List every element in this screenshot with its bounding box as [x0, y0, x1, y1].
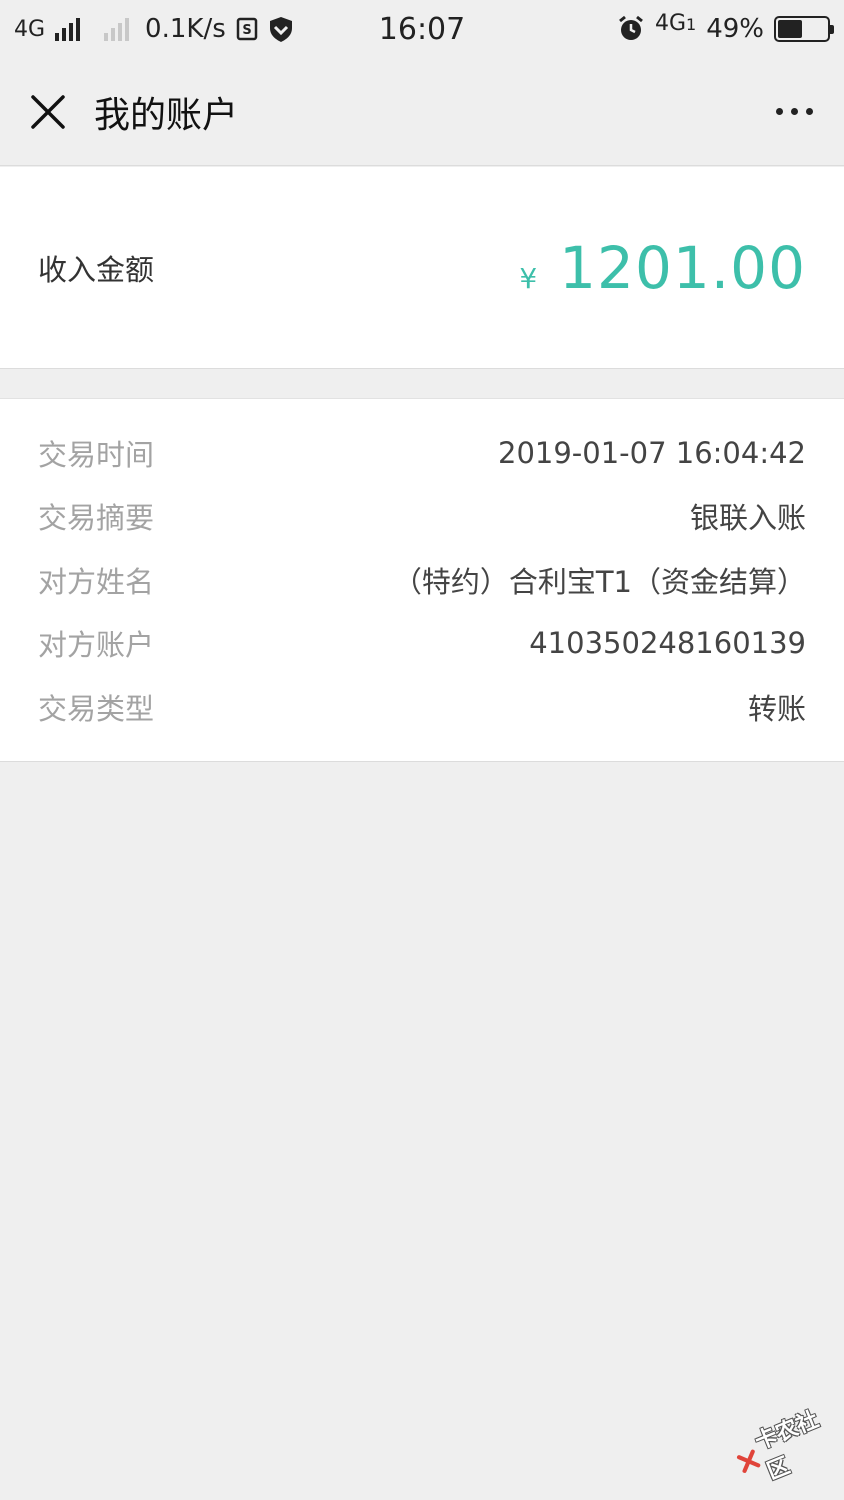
- detail-row-counterparty-account: 对方账户 410350248160139: [0, 612, 844, 676]
- detail-key: 对方姓名: [38, 564, 155, 599]
- network-speed: 0.1K/s: [145, 14, 226, 44]
- status-right: 4G1 49%: [617, 10, 834, 44]
- battery-percent: 49%: [706, 14, 764, 44]
- detail-key: 交易时间: [38, 437, 155, 472]
- watermark: 卡农社区: [728, 1400, 840, 1493]
- detail-row-time: 交易时间 2019-01-07 16:04:42: [0, 421, 844, 485]
- signal-secondary-icon: [104, 17, 130, 41]
- detail-value: 410350248160139: [529, 626, 806, 661]
- battery-icon: [774, 16, 834, 42]
- page-title: 我的账户: [94, 94, 239, 136]
- signal-icon: [55, 17, 81, 41]
- amount-card: 收入金额 ¥ 1201.00: [0, 167, 844, 369]
- detail-value: 银联入账: [689, 501, 806, 536]
- detail-row-summary: 交易摘要 银联入账: [0, 485, 844, 549]
- network-type-2: 4G1: [654, 10, 697, 36]
- battery-level: [778, 20, 802, 38]
- detail-key: 交易摘要: [38, 501, 155, 536]
- close-button[interactable]: [0, 58, 96, 166]
- detail-key: 对方账户: [38, 628, 155, 663]
- detail-row-counterparty-name: 对方姓名 （特约）合利宝T1（资金结算）: [0, 548, 844, 612]
- alarm-icon: [619, 15, 643, 40]
- transaction-details: 交易时间 2019-01-07 16:04:42 交易摘要 银联入账 对方姓名 …: [0, 398, 844, 762]
- close-icon: [31, 94, 65, 129]
- currency-symbol: ¥: [519, 261, 538, 295]
- status-left: 4G 0.1K/s S: [14, 14, 294, 44]
- more-dot-icon: [775, 108, 783, 115]
- amount-value: ¥ 1201.00: [519, 234, 806, 302]
- shield-icon: [269, 17, 292, 42]
- more-dot-icon: [790, 108, 798, 115]
- network-type: 4G: [14, 16, 46, 42]
- more-button[interactable]: [744, 58, 844, 166]
- detail-row-type: 交易类型 转账: [0, 675, 844, 739]
- watermark-text: 卡农社区: [751, 1407, 823, 1485]
- status-bar: 4G 0.1K/s S 4G1 49% 16:07: [0, 0, 844, 58]
- detail-key: 交易类型: [38, 691, 155, 726]
- detail-value: 2019-01-07 16:04:42: [498, 435, 806, 470]
- svg-text:S: S: [242, 23, 251, 38]
- watermark-logo-icon: [736, 1449, 761, 1473]
- amount-label: 收入金额: [38, 252, 155, 287]
- sim-icon: S: [236, 17, 258, 41]
- nav-header: 我的账户: [0, 58, 844, 166]
- amount-number: 1201.00: [559, 233, 806, 302]
- detail-value: （特约）合利宝T1（资金结算）: [392, 564, 806, 599]
- more-dot-icon: [805, 108, 813, 115]
- detail-value: 转账: [747, 691, 806, 726]
